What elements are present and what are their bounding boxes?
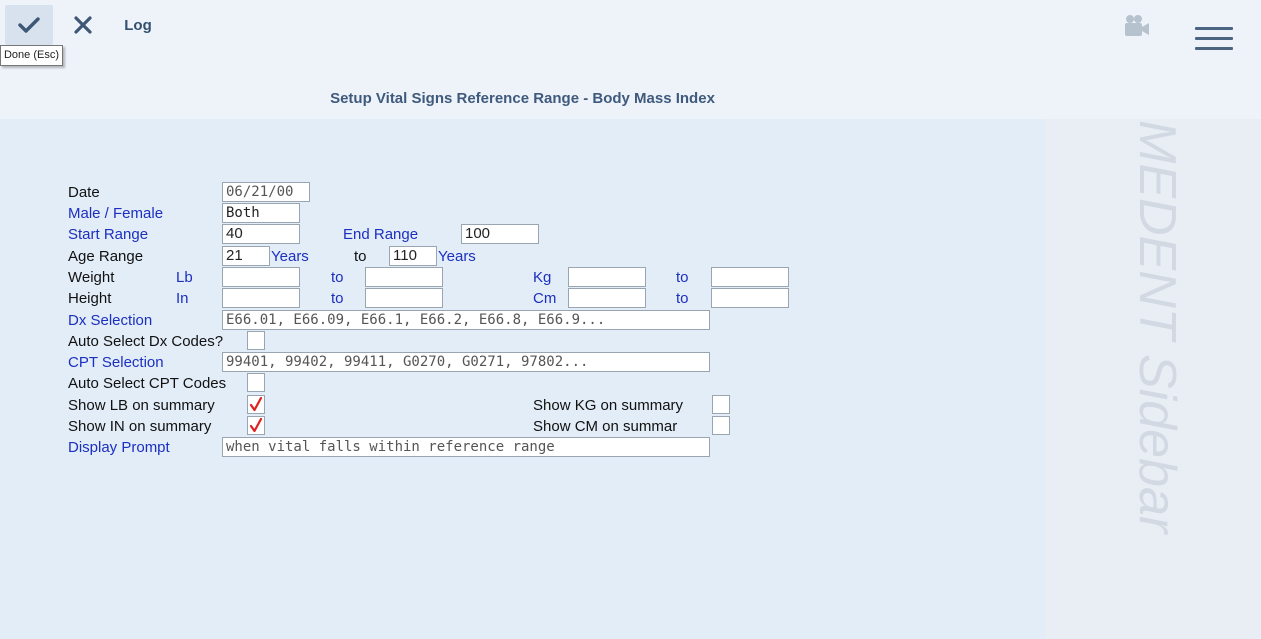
cpt-selection-field[interactable]: 99401, 99402, 99411, G0270, G0271, 97802…	[222, 352, 710, 372]
close-icon	[74, 16, 92, 34]
weight-kg-to-field[interactable]	[711, 267, 789, 287]
weight-lb-to-label: to	[331, 269, 344, 286]
weight-kg-to-label: to	[676, 269, 689, 286]
height-cm-to-field[interactable]	[711, 288, 789, 308]
display-prompt-field[interactable]: when vital falls within reference range	[222, 437, 710, 457]
cancel-button[interactable]	[62, 5, 104, 45]
age-range-label: Age Range	[68, 248, 144, 265]
auto-dx-label: Auto Select Dx Codes?	[68, 333, 224, 350]
age-to-label: to	[354, 248, 367, 265]
end-range-label[interactable]: End Range	[343, 226, 418, 244]
height-cm-label: Cm	[533, 290, 557, 307]
height-in-to-field[interactable]	[365, 288, 443, 308]
end-range-field[interactable]: 100	[461, 224, 539, 244]
weight-label: Weight	[68, 269, 115, 286]
height-label: Height	[68, 290, 112, 307]
auto-dx-checkbox[interactable]	[247, 331, 265, 350]
log-button[interactable]: Log	[118, 5, 158, 45]
dx-selection-field[interactable]: E66.01, E66.09, E66.1, E66.2, E66.8, E66…	[222, 310, 710, 330]
hamburger-menu-icon[interactable]	[1194, 24, 1234, 52]
show-in-checkbox[interactable]	[247, 416, 265, 435]
height-in-from-field[interactable]	[222, 288, 300, 308]
svg-text:MEDENT Sidebar: MEDENT Sidebar	[1128, 120, 1186, 536]
weight-lb-from-field[interactable]	[222, 267, 300, 287]
done-button[interactable]	[5, 5, 53, 45]
checkmark-icon	[249, 418, 263, 433]
date-label: Date	[68, 184, 100, 201]
sex-field[interactable]: Both	[222, 203, 300, 223]
weight-kg-from-field[interactable]	[568, 267, 646, 287]
age-to-field[interactable]: 110	[389, 246, 437, 266]
done-tooltip: Done (Esc)	[0, 45, 63, 66]
age-years-label: Years	[271, 248, 309, 265]
checkmark-icon	[249, 397, 263, 412]
show-kg-checkbox[interactable]	[712, 395, 730, 414]
dx-selection-label[interactable]: Dx Selection	[68, 312, 152, 330]
sidebar-label: MEDENT Sidebar	[1128, 120, 1186, 536]
checkmark-icon	[18, 17, 40, 33]
height-cm-to-label: to	[676, 290, 689, 307]
auto-cpt-label: Auto Select CPT Codes	[68, 375, 227, 392]
display-prompt-label[interactable]: Display Prompt	[68, 439, 170, 457]
show-lb-checkbox[interactable]	[247, 395, 265, 414]
show-kg-label: Show KG on summary	[533, 397, 684, 414]
date-field[interactable]: 06/21/00	[222, 182, 310, 202]
page-title: Setup Vital Signs Reference Range - Body…	[330, 90, 715, 107]
start-range-field[interactable]: 40	[222, 224, 300, 244]
show-lb-label: Show LB on summary	[68, 397, 215, 414]
weight-kg-label: Kg	[533, 269, 552, 286]
show-cm-label: Show CM on summar	[533, 418, 678, 435]
cpt-selection-label[interactable]: CPT Selection	[68, 354, 164, 372]
weight-lb-label: Lb	[176, 269, 193, 286]
sex-label[interactable]: Male / Female	[68, 205, 163, 223]
weight-lb-to-field[interactable]	[365, 267, 443, 287]
start-range-label[interactable]: Start Range	[68, 226, 148, 244]
age-from-field[interactable]: 21	[222, 246, 270, 266]
auto-cpt-checkbox[interactable]	[247, 373, 265, 392]
show-in-label: Show IN on summary	[68, 418, 212, 435]
height-cm-from-field[interactable]	[568, 288, 646, 308]
height-in-label: In	[176, 290, 189, 307]
video-camera-icon[interactable]	[1124, 14, 1150, 38]
age-years-label-2: Years	[438, 248, 476, 265]
height-in-to-label: to	[331, 290, 344, 307]
show-cm-checkbox[interactable]	[712, 416, 730, 435]
